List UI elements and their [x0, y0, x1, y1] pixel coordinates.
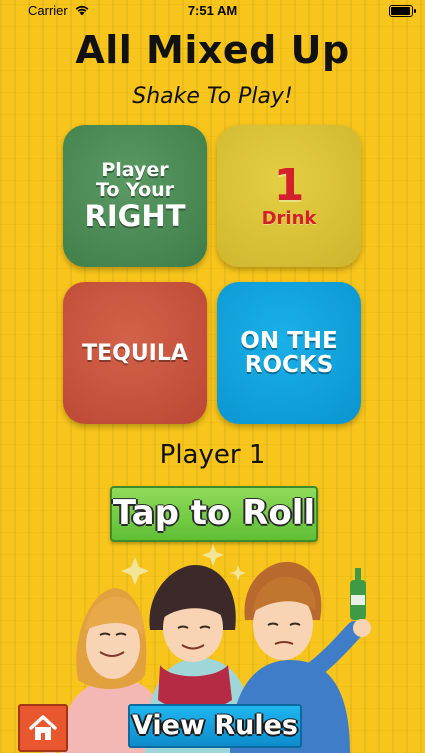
tile-player-right-line3: RIGHT: [84, 198, 186, 233]
tap-to-roll-button[interactable]: Tap to Roll: [110, 486, 318, 542]
tile-player-right: Player To Your RIGHT: [63, 125, 207, 267]
tile-player-right-line2: To Your: [95, 178, 175, 201]
view-rules-button[interactable]: View Rules: [128, 704, 302, 748]
page-title: All Mixed Up: [75, 28, 350, 72]
status-bar: Carrier 7:51 AM: [0, 0, 425, 22]
page-subtitle: Shake To Play!: [132, 84, 293, 109]
tile-rocks-line1: ON THE: [240, 327, 338, 354]
tile-drink-label: Drink: [261, 207, 317, 229]
tile-on-the-rocks: ON THE ROCKS: [217, 282, 361, 424]
status-time: 7:51 AM: [187, 3, 238, 18]
tile-player-right-line1: Player: [101, 158, 169, 181]
tile-tequila-label: TEQUILA: [82, 340, 188, 366]
home-button[interactable]: [18, 704, 68, 752]
tile-drink-number: 1: [273, 159, 305, 211]
current-player-label: Player 1: [159, 440, 266, 470]
battery-icon: [389, 5, 416, 17]
tile-rocks-line2: ROCKS: [244, 352, 334, 378]
home-icon: [29, 715, 57, 740]
tile-drink: 1 Drink: [217, 125, 361, 267]
tile-tequila: TEQUILA: [63, 282, 207, 424]
